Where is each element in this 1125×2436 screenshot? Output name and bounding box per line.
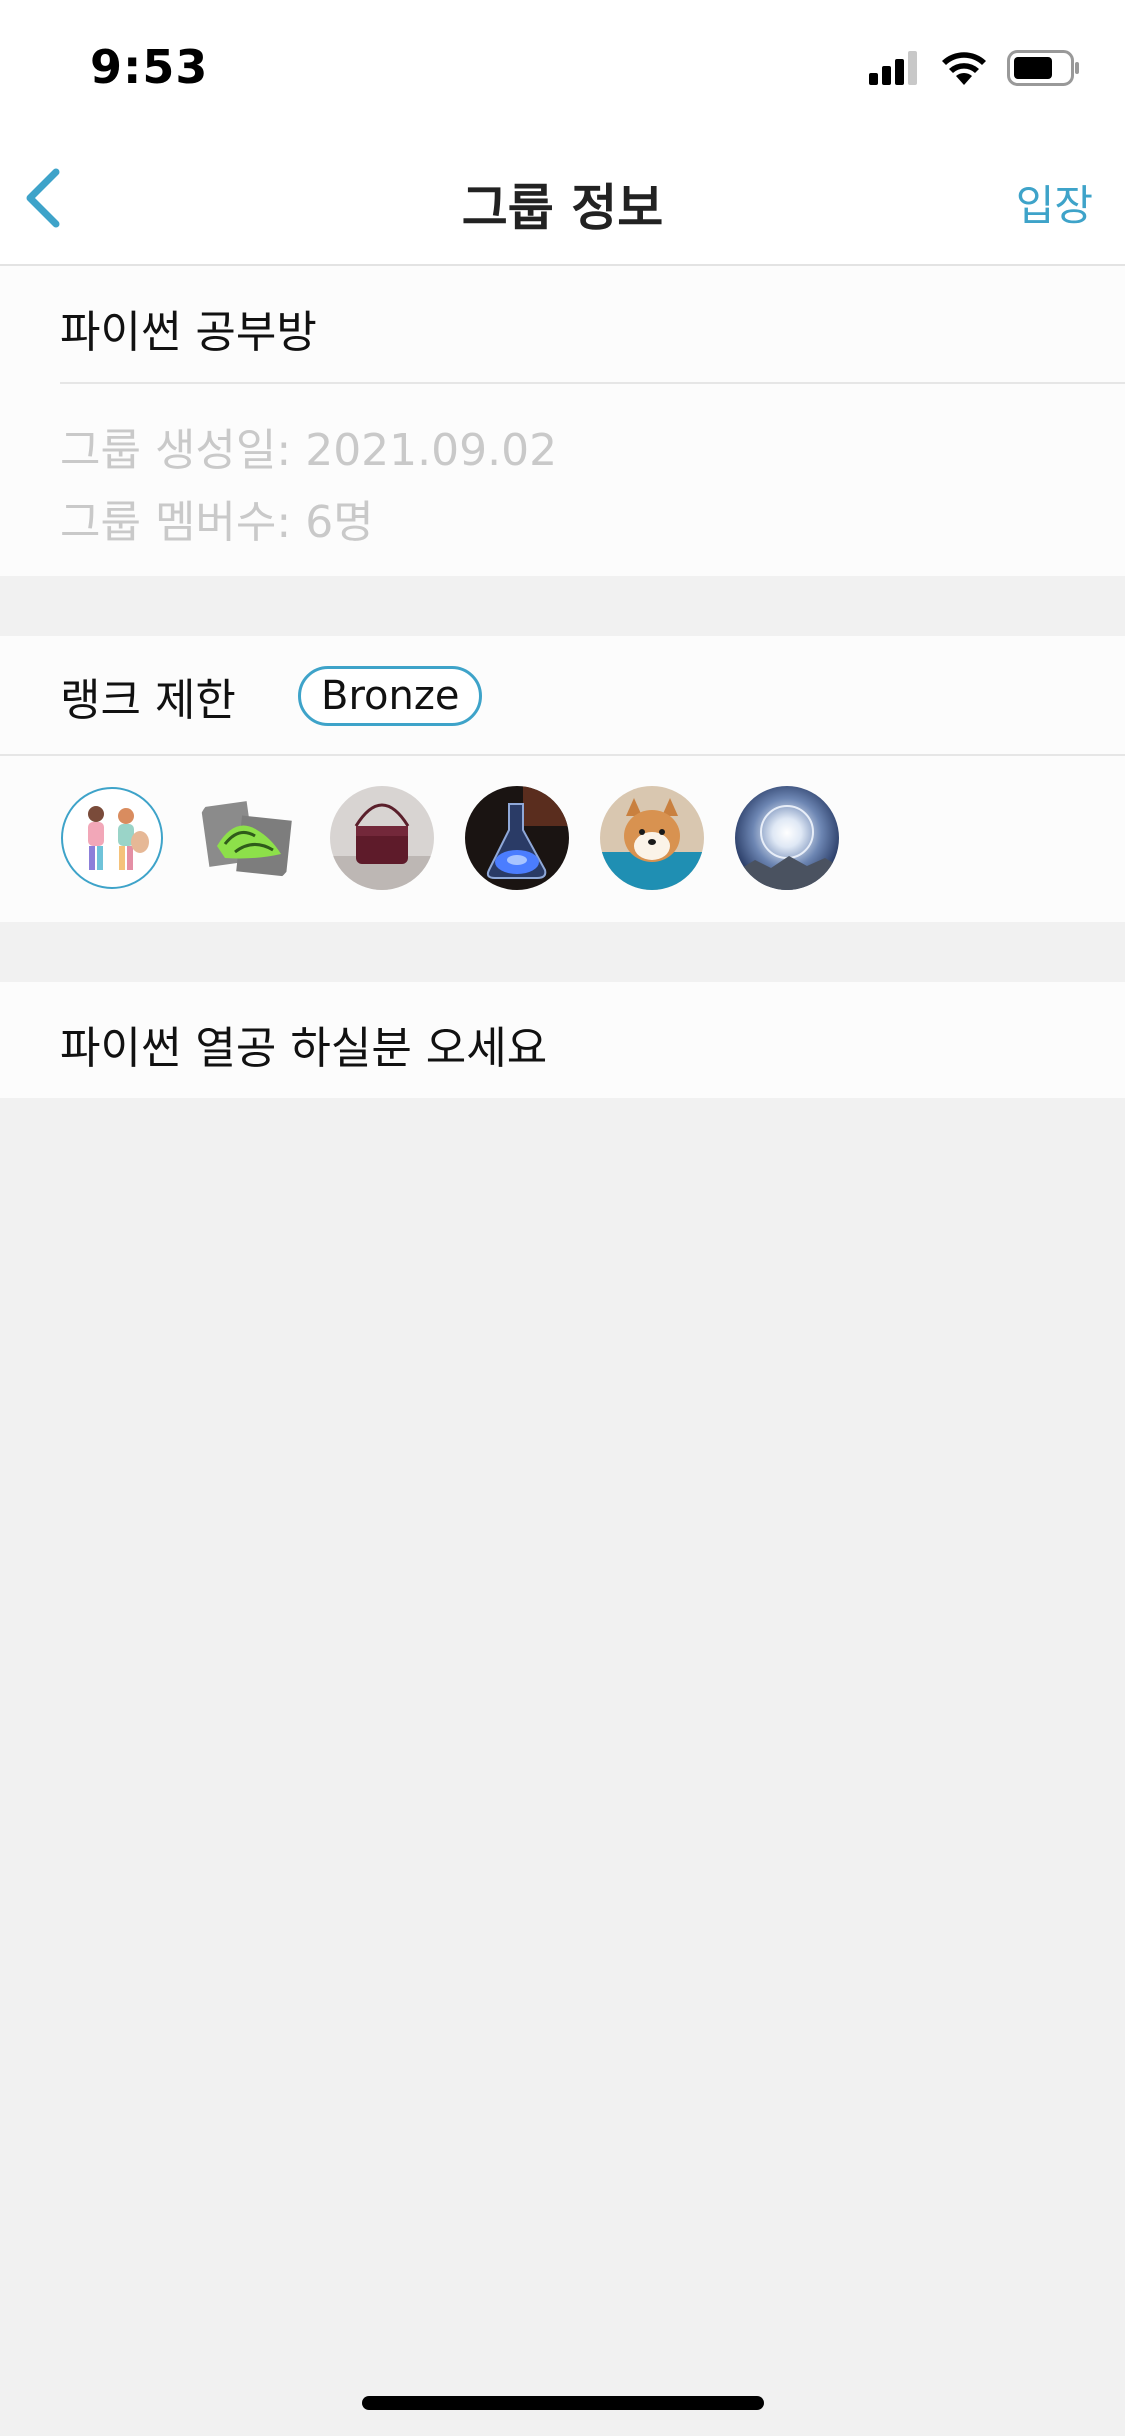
enter-button[interactable]: 입장 xyxy=(1016,172,1093,233)
member-avatar-bag[interactable] xyxy=(330,786,434,890)
divider xyxy=(0,754,1125,756)
cellular-signal-icon xyxy=(869,51,921,89)
member-avatar-sun-halo[interactable] xyxy=(735,786,839,890)
member-avatar-flask[interactable] xyxy=(465,786,569,890)
wifi-icon xyxy=(941,51,987,89)
rank-section: 랭크 제한 Bronze xyxy=(0,636,1125,922)
member-avatar-list xyxy=(60,786,839,890)
member-avatar-shiba[interactable] xyxy=(600,786,704,890)
status-bar: 9:53 xyxy=(0,0,1125,132)
group-member-count: 그룹 멤버수: 6명 xyxy=(60,497,374,548)
nav-bar: 그룹 정보 입장 xyxy=(0,132,1125,266)
member-avatar-sneakers[interactable] xyxy=(195,786,299,890)
status-icons xyxy=(869,50,1081,90)
member-avatar-illustration[interactable] xyxy=(60,786,164,890)
group-info-section: 파이썬 공부방 그룹 생성일: 2021.09.02 그룹 멤버수: 6명 xyxy=(0,266,1125,576)
divider xyxy=(60,382,1125,384)
group-description: 파이썬 열공 하실분 오세요 xyxy=(60,1023,548,1074)
status-time: 9:53 xyxy=(90,40,209,94)
rank-badge: Bronze xyxy=(298,666,483,726)
page-title: 그룹 정보 xyxy=(461,179,664,237)
group-description-section: 파이썬 열공 하실분 오세요 xyxy=(0,982,1125,1098)
battery-icon xyxy=(1007,50,1081,90)
group-created-date: 그룹 생성일: 2021.09.02 xyxy=(60,425,558,476)
group-name: 파이썬 공부방 xyxy=(60,307,317,358)
home-indicator xyxy=(362,2396,764,2410)
rank-limit-label: 랭크 제한 xyxy=(60,675,236,726)
